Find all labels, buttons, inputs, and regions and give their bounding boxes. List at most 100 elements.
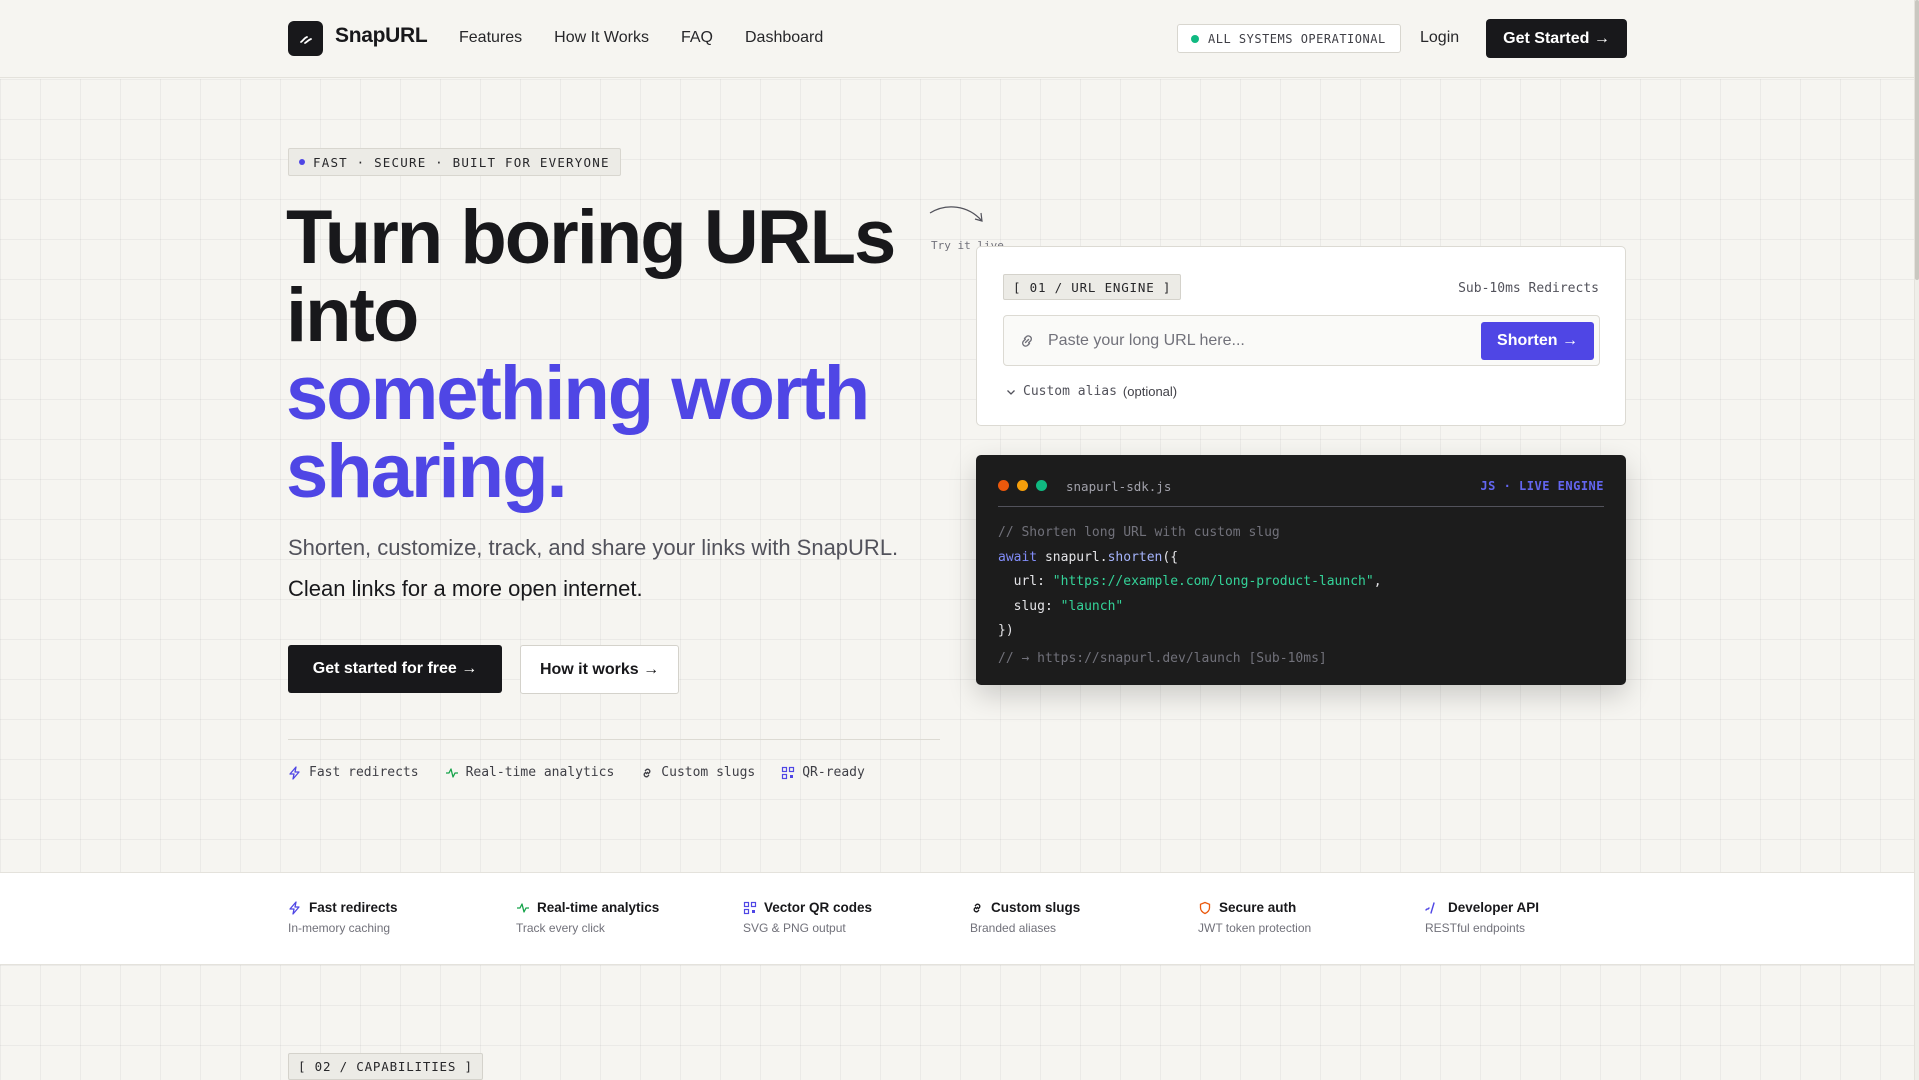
- top-nav: SnapURL Features How It Works FAQ Dashbo…: [0, 0, 1914, 78]
- strip-item-subtitle: RESTful endpoints: [1425, 921, 1526, 935]
- hero-section: FAST · SECURE · BUILT FOR EVERYONE Turn …: [0, 79, 1914, 872]
- nav-link-faq[interactable]: FAQ: [681, 29, 713, 47]
- shorten-button[interactable]: Shorten →: [1481, 322, 1594, 360]
- link-icon: [973, 903, 981, 912]
- nav-link-features[interactable]: Features: [459, 29, 522, 47]
- strip-item-subtitle: Track every click: [516, 921, 605, 935]
- link-icon: [1022, 335, 1032, 347]
- strip-item-qr-codes: Vector QR codes SVG & PNG output: [743, 900, 872, 935]
- strip-item-title: Real-time analytics: [516, 900, 659, 915]
- login-link[interactable]: Login: [1420, 29, 1459, 47]
- alias-label: Custom alias: [1023, 384, 1117, 399]
- code-line-url: url: "https://example.com/long-product-l…: [998, 570, 1382, 595]
- code-object: snapurl.: [1037, 549, 1108, 565]
- hero-eyebrow: FAST · SECURE · BUILT FOR EVERYONE: [288, 148, 621, 176]
- strip-item-subtitle: In-memory caching: [288, 921, 391, 935]
- status-badge[interactable]: ALL SYSTEMS OPERATIONAL: [1177, 24, 1401, 53]
- page-scrollbar[interactable]: [1914, 0, 1919, 1080]
- brand-logo[interactable]: [288, 21, 323, 56]
- chevron-down-icon: [1007, 389, 1015, 395]
- pulse-icon: [445, 767, 458, 778]
- code-url-value: "https://example.com/long-product-launch…: [1052, 574, 1374, 589]
- amber-dot-icon: [1017, 480, 1028, 491]
- strip-title-text: Developer API: [1448, 900, 1540, 915]
- headline-accent-2: sharing.: [286, 429, 568, 514]
- alias-optional-label: (optional): [1122, 384, 1178, 399]
- strip-title-text: Real-time analytics: [537, 900, 660, 915]
- code-live-badge: JS · LIVE ENGINE: [1480, 479, 1604, 493]
- mini-feature-analytics: Real-time analytics: [445, 765, 615, 780]
- status-text: ALL SYSTEMS OPERATIONAL: [1208, 31, 1386, 46]
- strip-item-subtitle: SVG & PNG output: [743, 921, 846, 935]
- scrollbar-thumb[interactable]: [1915, 0, 1919, 280]
- strip-item-analytics: Real-time analytics Track every click: [516, 900, 659, 935]
- code-url-key: url:: [998, 574, 1053, 589]
- url-engine-tag: [ 01 / URL ENGINE ]: [1003, 274, 1182, 300]
- capabilities-section: [ 02 / CAPABILITIES ]: [0, 965, 1914, 1080]
- strip-item-title: Fast redirects: [288, 900, 398, 915]
- code-slug-key: slug:: [998, 598, 1061, 614]
- hero-headline: Turn boring URLs into something worth sh…: [286, 199, 946, 511]
- get-started-button[interactable]: Get Started →: [1486, 19, 1627, 58]
- mini-feature-label: Real-time analytics: [465, 765, 615, 780]
- redirects-label: Sub-10ms Redirects: [1458, 281, 1599, 296]
- hero-subtitle: Shorten, customize, track, and share you…: [288, 535, 899, 560]
- shield-icon: [1199, 901, 1211, 914]
- headline-accent-1: something worth: [286, 351, 870, 436]
- code-comma: ,: [1373, 574, 1382, 589]
- url-input-wrapper: Shorten →: [1003, 315, 1600, 366]
- code-line-slug: slug: "launch": [998, 595, 1382, 620]
- strip-item-title: Custom slugs: [970, 900, 1080, 915]
- mini-feature-label: Fast redirects: [309, 765, 419, 780]
- code-body: // Shorten long URL with custom slug awai…: [998, 521, 1382, 671]
- status-dot-icon: [1191, 34, 1199, 43]
- code-comment: // Shorten long URL with custom slug: [998, 525, 1280, 540]
- mini-feature-list: Fast redirects Real-time analytics Custo…: [288, 765, 865, 780]
- strip-item-title: Vector QR codes: [743, 900, 872, 915]
- mini-feature-qr-ready: QR-ready: [781, 765, 865, 780]
- strip-item-secure-auth: Secure auth JWT token protection: [1198, 900, 1311, 935]
- code-divider: [998, 506, 1604, 507]
- bolt-icon: [289, 765, 300, 780]
- mini-feature-fast-redirects: Fast redirects: [288, 765, 419, 780]
- hero-divider: [288, 739, 940, 740]
- strip-item-developer-api: Developer API RESTful endpoints: [1425, 900, 1539, 935]
- nav-link-dashboard[interactable]: Dashboard: [745, 29, 823, 47]
- strip-item-subtitle: Branded aliases: [970, 921, 1057, 935]
- strip-title-text: Vector QR codes: [764, 900, 873, 915]
- qr-icon: [743, 901, 757, 914]
- code-line-call: await snapurl.shorten({: [998, 546, 1382, 571]
- mini-feature-label: QR-ready: [802, 765, 865, 780]
- nav-link-how-it-works[interactable]: How It Works: [554, 29, 649, 47]
- long-url-input[interactable]: [1048, 316, 1468, 365]
- code-snippet-card: snapurl-sdk.js JS · LIVE ENGINE // Short…: [976, 455, 1626, 685]
- get-started-free-button[interactable]: Get started for free →: [288, 645, 502, 693]
- red-dot-icon: [998, 480, 1009, 491]
- custom-alias-toggle[interactable]: Custom alias (optional): [1005, 384, 1177, 399]
- strip-item-custom-slugs: Custom slugs Branded aliases: [970, 900, 1080, 935]
- logo-icon: [299, 35, 312, 44]
- strip-item-title: Developer API: [1425, 900, 1539, 915]
- headline-line-2: into: [286, 273, 419, 358]
- strip-title-text: Fast redirects: [309, 900, 398, 915]
- brand-name[interactable]: SnapURL: [335, 24, 428, 48]
- url-shortener-card: [ 01 / URL ENGINE ] Sub-10ms Redirects S…: [976, 246, 1626, 426]
- strip-title-text: Secure auth: [1219, 900, 1297, 915]
- strip-item-subtitle: JWT token protection: [1198, 921, 1312, 935]
- mini-feature-custom-slugs: Custom slugs: [640, 765, 755, 780]
- code-icon: [1425, 901, 1435, 914]
- link-icon: [643, 768, 651, 777]
- curved-arrow-icon: [929, 206, 983, 222]
- nav-links: Features How It Works FAQ Dashboard: [459, 29, 823, 47]
- how-it-works-button[interactable]: How it works →: [520, 645, 679, 694]
- code-keyword: await: [998, 549, 1038, 565]
- eyebrow-text: FAST · SECURE · BUILT FOR EVERYONE: [313, 154, 610, 170]
- headline-line-1: Turn boring URLs: [286, 195, 896, 280]
- qr-icon: [782, 766, 795, 779]
- pulse-icon: [517, 902, 529, 913]
- strip-item-title: Secure auth: [1198, 900, 1311, 915]
- code-open-brace: ({: [1162, 549, 1179, 565]
- green-dot-icon: [1036, 480, 1047, 491]
- eyebrow-dot-icon: [299, 159, 305, 165]
- bolt-icon: [289, 900, 300, 915]
